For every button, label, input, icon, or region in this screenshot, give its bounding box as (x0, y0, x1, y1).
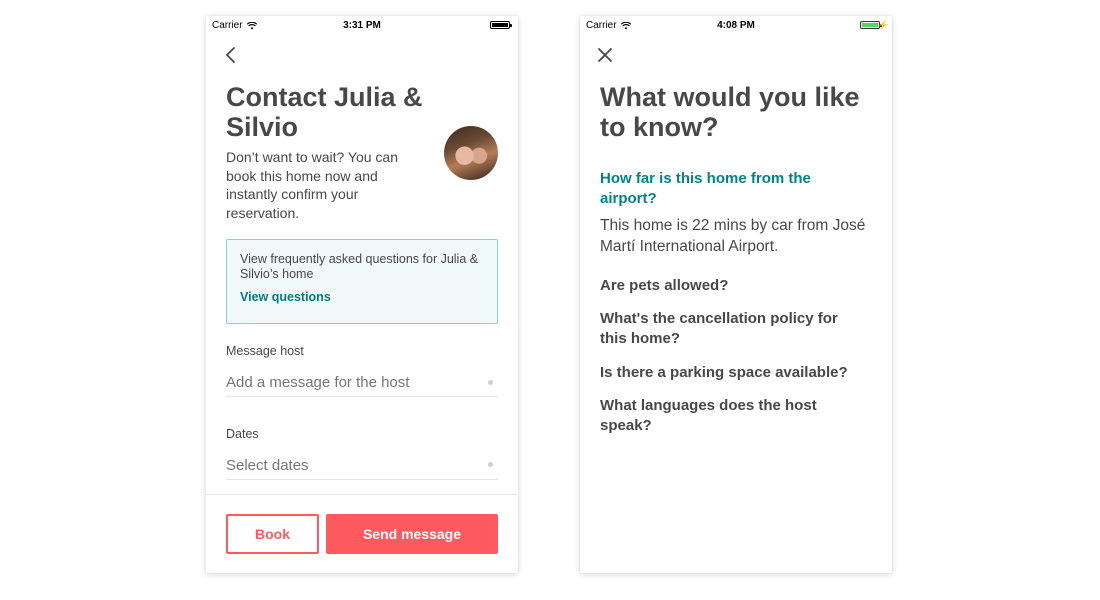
footer-divider (206, 494, 518, 495)
back-button[interactable] (220, 44, 242, 66)
battery-fill (862, 23, 878, 27)
faq-screen: Carrier 4:08 PM ⚡ What would you like to… (580, 16, 892, 573)
host-avatar (444, 126, 498, 180)
question-airport-distance[interactable]: How far is this home from the airport? (600, 169, 850, 209)
question-host-languages[interactable]: What languages does the host speak? (600, 396, 865, 436)
status-time: 4:08 PM (717, 20, 755, 31)
page-title: What would you like to know? (600, 82, 860, 142)
send-message-button[interactable]: Send message (326, 514, 498, 554)
battery-icon (490, 21, 512, 29)
faq-text: View frequently asked questions for Juli… (240, 252, 479, 281)
dates-label: Dates (226, 427, 259, 441)
page-subtitle: Don’t want to wait? You can book this ho… (226, 149, 399, 221)
charging-bolt-icon: ⚡ (877, 20, 889, 30)
close-icon (598, 48, 612, 62)
book-button[interactable]: Book (226, 514, 319, 554)
battery-nub (510, 24, 512, 27)
view-questions-link[interactable]: View questions (240, 290, 331, 304)
contact-host-screen: Carrier 3:31 PM Contact Julia & Silvio D… (206, 16, 518, 573)
message-field-indicator-icon (488, 380, 493, 385)
faq-callout: View frequently asked questions for Juli… (226, 239, 498, 324)
question-pets[interactable]: Are pets allowed? (600, 276, 865, 296)
page-title: Contact Julia & Silvio (226, 82, 423, 142)
message-host-input[interactable] (226, 368, 498, 397)
message-host-label: Message host (226, 344, 304, 358)
dates-field-indicator-icon (488, 462, 493, 467)
close-button[interactable] (594, 44, 616, 66)
question-parking[interactable]: Is there a parking space available? (600, 363, 865, 383)
battery-fill (492, 23, 508, 27)
status-bar: Carrier 3:31 PM (206, 16, 518, 36)
dates-input[interactable] (226, 451, 498, 480)
question-cancellation-policy[interactable]: What's the cancellation policy for this … (600, 309, 865, 349)
chevron-left-icon (226, 47, 235, 63)
status-bar: Carrier 4:08 PM ⚡ (580, 16, 892, 36)
answer-text: This home is 22 mins by car from José Ma… (600, 217, 866, 255)
status-time: 3:31 PM (343, 20, 381, 31)
